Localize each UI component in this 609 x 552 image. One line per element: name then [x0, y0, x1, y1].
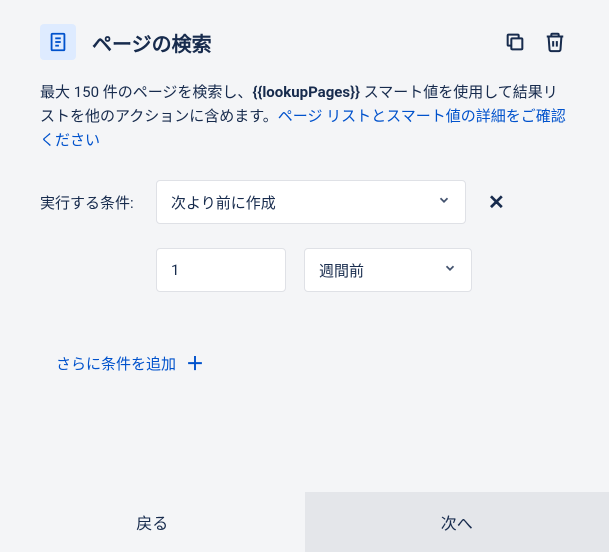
trash-icon[interactable] — [541, 28, 569, 56]
chevron-down-icon — [443, 261, 457, 279]
remove-condition-button[interactable]: ✕ — [482, 190, 511, 214]
operator-select[interactable]: 次より前に作成 — [156, 180, 466, 224]
condition-label: 実行する条件: — [40, 180, 140, 213]
next-button[interactable]: 次へ — [305, 492, 609, 552]
chevron-down-icon — [437, 193, 451, 211]
description-text: 最大 150 件のページを検索し、{{lookupPages}} スマート値を使… — [40, 80, 569, 152]
add-condition-button[interactable]: さらに条件を追加 ＋ — [40, 350, 204, 376]
unit-value: 週間前 — [319, 260, 435, 281]
unit-select[interactable]: 週間前 — [304, 248, 472, 292]
plus-icon: ＋ — [186, 350, 204, 376]
value-input[interactable]: 1 — [156, 248, 286, 292]
page-title: ページの検索 — [92, 28, 501, 57]
page-search-icon — [40, 24, 76, 60]
duplicate-icon[interactable] — [501, 28, 529, 56]
operator-value: 次より前に作成 — [171, 192, 429, 213]
back-button[interactable]: 戻る — [0, 492, 305, 552]
